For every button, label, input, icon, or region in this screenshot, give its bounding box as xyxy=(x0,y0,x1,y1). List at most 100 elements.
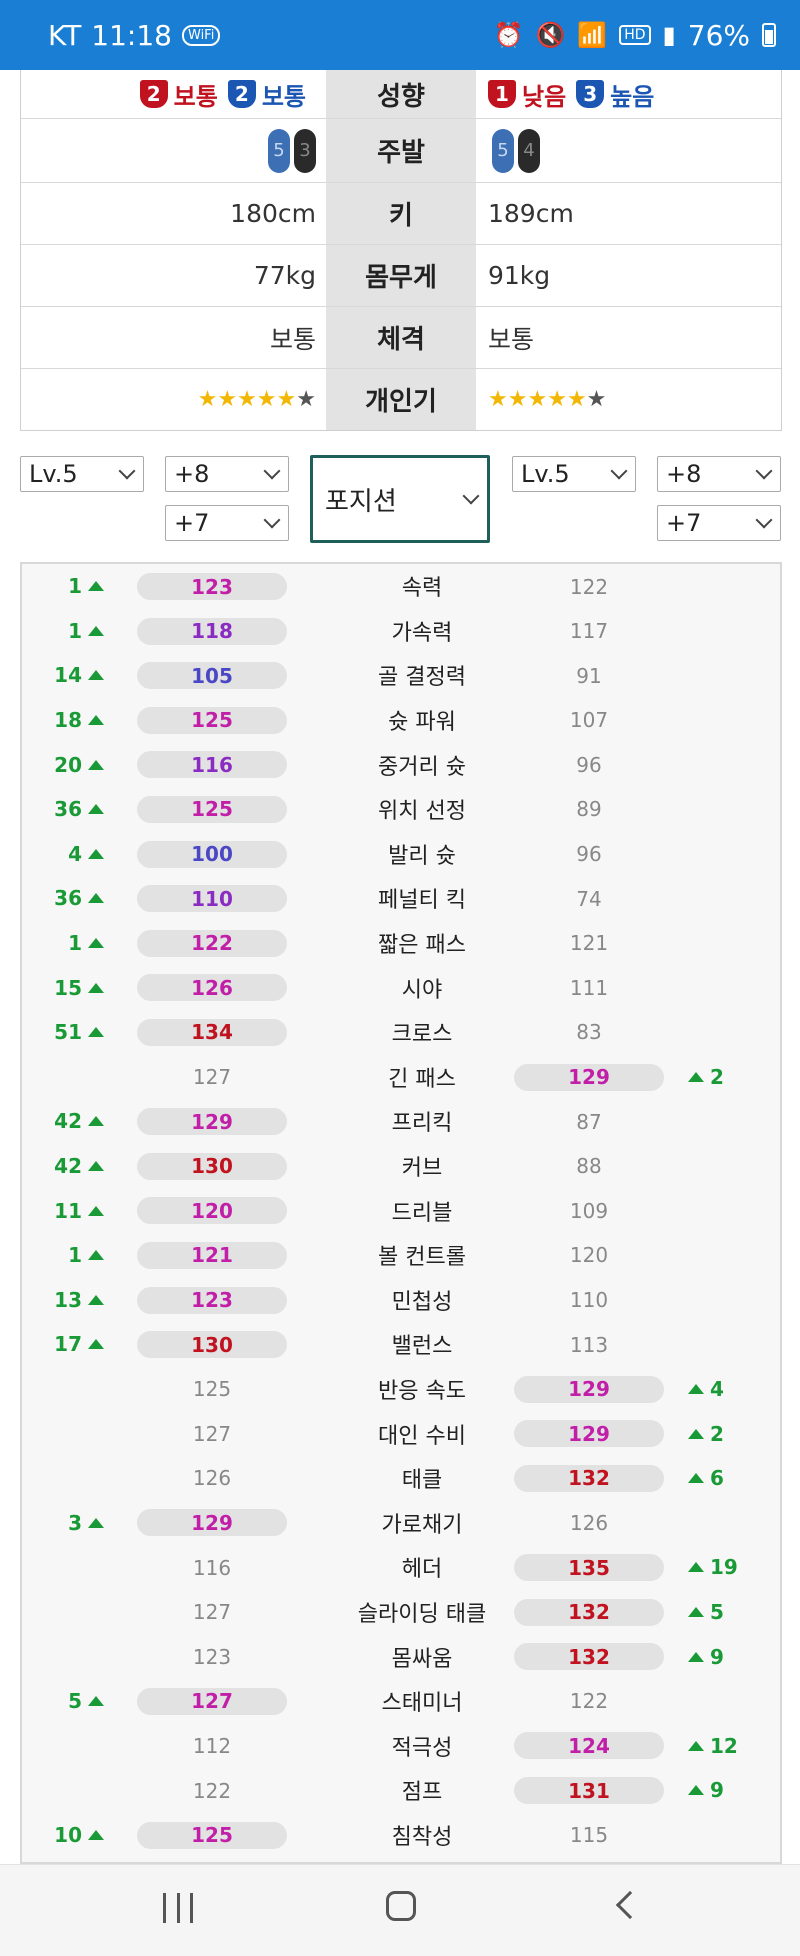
right-stat-value: 122 xyxy=(569,1689,609,1714)
right-stat-value: 122 xyxy=(569,574,609,599)
left-diff: 1 xyxy=(22,564,110,609)
right-stat-value: 74 xyxy=(576,886,602,911)
left-diff-value: 1 xyxy=(68,931,82,956)
right-diff xyxy=(682,1188,772,1233)
left-diff: 42 xyxy=(22,1144,110,1189)
right-height: 189cm xyxy=(488,199,574,228)
left-build: 보통 xyxy=(269,324,316,354)
up-arrow-icon xyxy=(688,1651,704,1662)
right-diff: 2 xyxy=(682,1411,772,1456)
stat-name: 민첩성 xyxy=(391,1289,453,1315)
right-stat-value: 96 xyxy=(576,842,602,867)
tendency-row: 2 보통 2 보통 성향 1 낮음 3 높음 xyxy=(21,70,781,118)
back-button[interactable] xyxy=(615,1890,645,1920)
stat-name: 속력 xyxy=(401,576,443,602)
stat-name: 반응 속도 xyxy=(378,1378,466,1404)
left-diff-value: 15 xyxy=(54,975,82,1000)
up-arrow-icon xyxy=(88,848,104,859)
right-enhance-select[interactable]: +8 xyxy=(657,456,781,492)
up-arrow-icon xyxy=(88,1339,104,1350)
right-diff: 5 xyxy=(682,1590,772,1635)
stat-name: 대인 수비 xyxy=(378,1423,466,1449)
right-stat-value: 132 xyxy=(514,1598,664,1626)
right-stat-value: 117 xyxy=(569,619,609,644)
left-stat-value: 129 xyxy=(137,1108,287,1136)
left-level-select[interactable]: Lv.5 xyxy=(20,456,144,492)
star-icon: ★ xyxy=(296,387,316,412)
left-stat-value: 127 xyxy=(192,1421,232,1446)
signal-icon: ▮ xyxy=(662,21,676,49)
up-arrow-icon xyxy=(88,938,104,949)
height-row: 180cm 키 189cm xyxy=(21,182,781,244)
up-arrow-icon xyxy=(88,1294,104,1305)
left-diff: 36 xyxy=(22,876,110,921)
left-stat-value: 130 xyxy=(137,1152,287,1180)
left-stat-value: 116 xyxy=(137,751,287,779)
left-diff-value: 51 xyxy=(54,1020,82,1045)
left-diff: 4 xyxy=(22,832,110,877)
chevron-down-icon xyxy=(755,511,773,529)
battery-icon xyxy=(762,23,776,47)
left-diff-value: 11 xyxy=(54,1198,82,1223)
left-stat-value: 123 xyxy=(137,573,287,600)
right-diff xyxy=(682,1322,772,1367)
left-diff: 14 xyxy=(22,653,110,698)
star-icon: ★ xyxy=(488,387,508,412)
right-stat-value: 135 xyxy=(514,1554,664,1582)
left-skill-stars: ★★★★★★ xyxy=(21,369,326,430)
right-diff xyxy=(682,609,772,654)
right-foot-icon: 4 xyxy=(518,128,540,173)
right-foot-icon: 3 xyxy=(294,128,316,173)
right-stat-value: 96 xyxy=(576,752,602,777)
up-arrow-icon xyxy=(88,1116,104,1127)
right-level-select[interactable]: Lv.5 xyxy=(512,456,636,492)
right-diff-value: 5 xyxy=(710,1599,724,1624)
left-stat-value: 130 xyxy=(137,1331,287,1359)
up-arrow-icon xyxy=(88,982,104,993)
stat-name: 점프 xyxy=(401,1780,443,1806)
left-enhance-select-2[interactable]: +7 xyxy=(165,505,289,541)
right-foot: 5 4 xyxy=(476,119,781,182)
right-stat-value: 121 xyxy=(569,931,609,956)
left-enhance-select[interactable]: +8 xyxy=(165,456,289,492)
left-diff-value: 1 xyxy=(68,1243,82,1268)
left-stat-value: 127 xyxy=(192,1065,232,1090)
left-diff: 17 xyxy=(22,1322,110,1367)
attack-work-rate: 낮음 xyxy=(522,82,567,111)
left-stat-value: 110 xyxy=(137,885,287,913)
left-stat-value: 112 xyxy=(192,1733,232,1758)
height-label: 키 xyxy=(326,183,476,244)
left-enhance-value-2: +7 xyxy=(174,509,210,537)
left-diff-value: 1 xyxy=(68,618,82,643)
left-diff-value: 1 xyxy=(68,574,82,599)
stat-name: 크로스 xyxy=(391,1022,453,1048)
right-diff xyxy=(682,787,772,832)
right-stat-value: 126 xyxy=(569,1510,609,1535)
right-stat-value: 113 xyxy=(569,1332,609,1357)
hd-icon: HD xyxy=(619,25,651,45)
position-select[interactable]: 포지션 xyxy=(310,455,490,543)
left-foot-icon: 5 xyxy=(492,128,514,173)
left-diff: 1 xyxy=(22,1233,110,1278)
recent-apps-button[interactable] xyxy=(163,1893,193,1923)
right-diff-value: 4 xyxy=(710,1376,724,1401)
up-arrow-icon xyxy=(88,1161,104,1172)
right-enhance-select-2[interactable]: +7 xyxy=(657,505,781,541)
right-diff: 9 xyxy=(682,1634,772,1679)
home-button[interactable] xyxy=(386,1891,416,1921)
right-diff xyxy=(682,1813,772,1858)
left-diff-value: 13 xyxy=(54,1287,82,1312)
left-stat-value: 118 xyxy=(137,617,287,645)
left-stat-value: 120 xyxy=(137,1197,287,1225)
stat-row: 10 125 침착성 115 xyxy=(22,1813,780,1858)
up-arrow-icon xyxy=(88,804,104,815)
left-stat-value: 122 xyxy=(137,929,287,957)
left-diff: 15 xyxy=(22,965,110,1010)
chevron-down-icon xyxy=(755,462,773,480)
left-diff-value: 10 xyxy=(54,1822,82,1847)
star-icon: ★ xyxy=(527,387,548,412)
stat-row: 127 대인 수비 129 2 xyxy=(22,1411,780,1456)
right-diff-value: 9 xyxy=(710,1644,724,1669)
right-diff xyxy=(682,1144,772,1189)
stat-row: 112 적극성 124 12 xyxy=(22,1723,780,1768)
